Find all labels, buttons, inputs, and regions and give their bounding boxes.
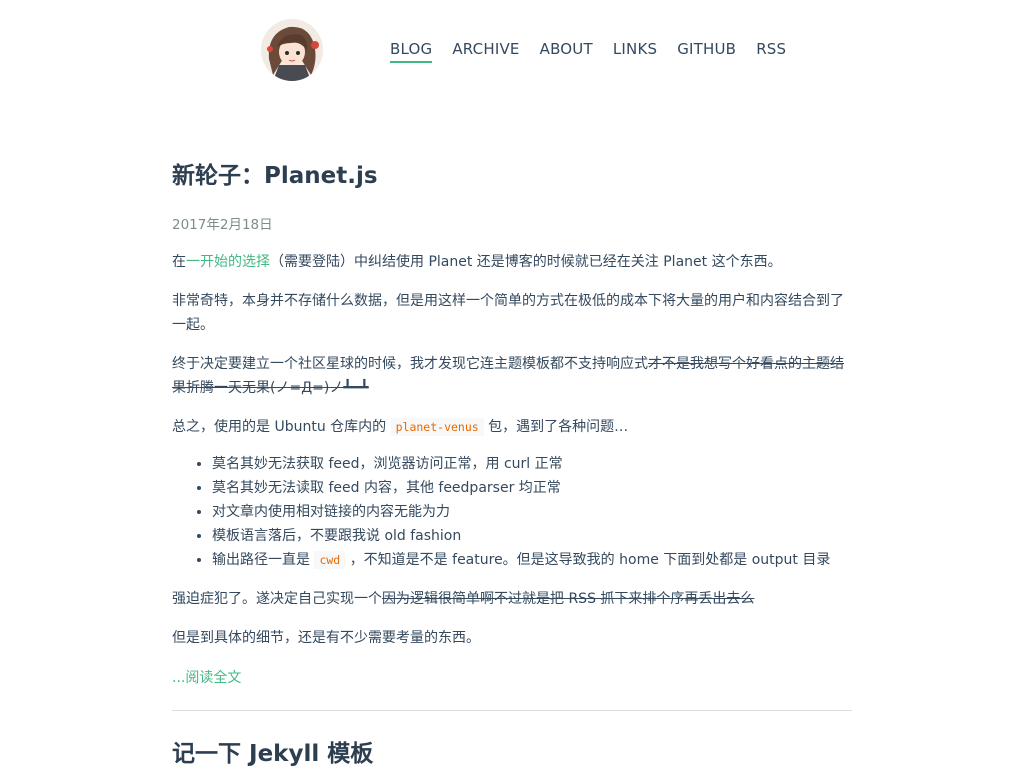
text: ，不知道是不是 feature。但是这导致我的 home 下面到处都是 outp… [349,552,831,568]
main-nav: BLOG ARCHIVE ABOUT LINKS GITHUB RSS [390,40,806,63]
post-paragraph-6: 但是到具体的细节，还是有不少需要考量的东西。 [172,630,480,646]
text: 输出路径一直是 [212,552,310,568]
list-item: 莫名其妙无法读取 feed 内容，其他 feedparser 均正常 [212,476,852,500]
post-paragraph-4: 总之，使用的是 Ubuntu 仓库内的 planet-venus 包，遇到了各种… [172,415,852,439]
anime-girl-avatar-icon [261,19,323,81]
post-title[interactable]: 新轮子：Planet.js [172,161,852,191]
nav-links[interactable]: LINKS [613,40,657,63]
nav-github[interactable]: GITHUB [677,40,736,63]
post-paragraph-3: 终于决定要建立一个社区星球的时候，我才发现它连主题模板都不支持响应式才不是我想写… [172,352,852,400]
list-item: 输出路径一直是 cwd ，不知道是不是 feature。但是这导致我的 home… [212,548,852,572]
list-item: 莫名其妙无法获取 feed，浏览器访问正常，用 curl 正常 [212,452,852,476]
post-title[interactable]: 记一下 Jekyll 模板 [172,739,852,769]
post-divider [172,710,852,711]
strikethrough-text: 因为逻辑很简单啊不过就是把 RSS 抓下来排个序再丢出去么 [382,591,755,607]
list-item: 模板语言落后，不要跟我说 old fashion [212,524,852,548]
inline-code: cwd [314,551,346,569]
first-choice-link[interactable]: 一开始的选择 [186,254,270,270]
post-entry: 新轮子：Planet.js 2017年2月18日 在一开始的选择（需要登陆）中纠… [172,161,852,690]
post-date: 2017年2月18日 [172,217,273,233]
site-header: BLOG ARCHIVE ABOUT LINKS GITHUB RSS [0,0,1024,100]
text: 在 [172,254,186,270]
list-item: 对文章内使用相对链接的内容无能为力 [212,500,852,524]
nav-about[interactable]: ABOUT [540,40,593,63]
post-paragraph-1: 在一开始的选择（需要登陆）中纠结使用 Planet 还是博客的时候就已经在关注 … [172,250,852,274]
post-entry: 记一下 Jekyll 模板 [172,739,852,769]
nav-blog[interactable]: BLOG [390,40,433,63]
post-paragraph-5: 强迫症犯了。遂决定自己实现一个因为逻辑很简单啊不过就是把 RSS 抓下来排个序再… [172,587,852,611]
post-list: 新轮子：Planet.js 2017年2月18日 在一开始的选择（需要登陆）中纠… [172,150,852,769]
text: 总之，使用的是 Ubuntu 仓库内的 [172,419,387,435]
text: （需要登陆）中纠结使用 Planet 还是博客的时候就已经在关注 Planet … [270,254,782,270]
avatar[interactable] [261,19,323,81]
issues-list: 莫名其妙无法获取 feed，浏览器访问正常，用 curl 正常 莫名其妙无法读取… [172,452,852,572]
nav-rss[interactable]: RSS [756,40,786,63]
text: 终于决定要建立一个社区星球的时候，我才发现它连主题模板都不支持响应式 [172,356,648,372]
inline-code: planet-venus [390,418,484,436]
text: 包，遇到了各种问题… [488,419,629,435]
nav-archive[interactable]: ARCHIVE [452,40,519,63]
read-more-link[interactable]: ...阅读全文 [172,666,852,690]
post-paragraph-2: 非常奇特，本身并不存储什么数据，但是用这样一个简单的方式在极低的成本下将大量的用… [172,293,844,333]
text: 强迫症犯了。遂决定自己实现一个 [172,591,382,607]
